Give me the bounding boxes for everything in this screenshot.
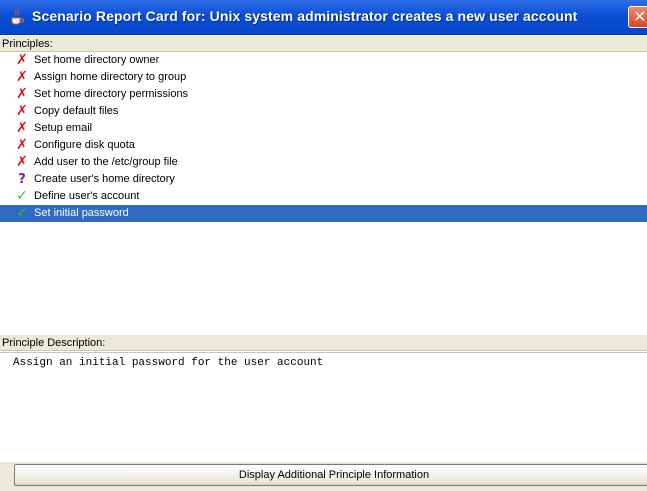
close-icon: ✕ — [633, 7, 647, 26]
principles-header: Principles: — [0, 36, 647, 52]
red-x-icon: ✗ — [16, 69, 28, 85]
window-titlebar[interactable]: Scenario Report Card for: Unix system ad… — [0, 0, 647, 35]
list-item-label: Assign home directory to group — [34, 71, 187, 83]
list-item[interactable]: ✗ Set home directory owner — [0, 52, 647, 69]
list-item[interactable]: ✓ Define user's account — [0, 188, 647, 205]
list-item[interactable]: ✓ Set initial password — [0, 205, 647, 222]
red-x-icon: ✗ — [16, 86, 28, 102]
list-item[interactable]: ✗ Set home directory permissions — [0, 86, 647, 103]
list-item[interactable]: ✗ Setup email — [0, 120, 647, 137]
principles-list[interactable]: ✗ Set home directory owner ✗ Assign home di… — [0, 52, 647, 334]
red-x-icon: ✗ — [16, 154, 28, 170]
list-item[interactable]: ✗ Add user to the /etc/group file — [0, 154, 647, 171]
list-item-label: Define user's account — [34, 190, 140, 202]
list-item-label: Set home directory permissions — [34, 88, 189, 100]
principle-description-text[interactable]: Assign an initial password for the user … — [0, 352, 647, 462]
list-item-label: Set home directory owner — [34, 54, 160, 66]
java-coffee-icon — [11, 9, 24, 25]
description-header: Principle Description: — [0, 335, 647, 351]
red-x-icon: ✗ — [16, 103, 28, 119]
red-x-icon: ✗ — [16, 137, 28, 153]
list-item-label: Configure disk quota — [34, 139, 135, 151]
list-item-label: Setup email — [34, 122, 93, 134]
list-item[interactable]: ✗ Assign home directory to group — [0, 69, 647, 86]
close-button[interactable]: ✕ — [628, 6, 647, 28]
list-item-label: Create user's home directory — [34, 173, 175, 185]
button-bar: Display Additional Principle Information — [0, 462, 647, 491]
list-item-label: Copy default files — [34, 105, 119, 117]
display-additional-info-button[interactable]: Display Additional Principle Information — [14, 464, 647, 486]
green-check-icon: ✓ — [16, 205, 28, 221]
list-item[interactable]: ✗ Configure disk quota — [0, 137, 647, 154]
list-item[interactable]: ? Create user's home directory — [0, 171, 647, 188]
red-x-icon: ✗ — [16, 120, 28, 136]
window-title: Scenario Report Card for: Unix system ad… — [32, 8, 578, 24]
list-item-label: Add user to the /etc/group file — [34, 156, 178, 168]
red-x-icon: ✗ — [16, 52, 28, 68]
list-item-label: Set initial password — [34, 207, 129, 219]
question-mark-icon: ? — [18, 172, 26, 187]
green-check-icon: ✓ — [16, 188, 28, 204]
list-item[interactable]: ✗ Copy default files — [0, 103, 647, 120]
